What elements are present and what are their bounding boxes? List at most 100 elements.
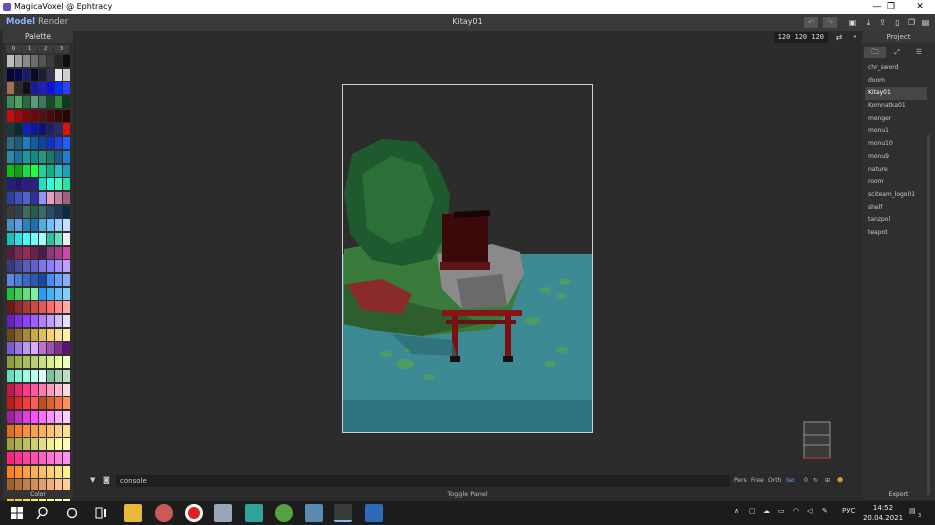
palette-swatch[interactable] <box>47 438 54 451</box>
resize-icon[interactable]: ⤢ <box>886 47 908 58</box>
palette-swatch[interactable] <box>7 465 14 478</box>
project-file-item[interactable]: monu9 <box>865 151 927 164</box>
palette-swatch[interactable] <box>7 438 14 451</box>
palette-swatch[interactable] <box>55 451 62 464</box>
palette-swatch[interactable] <box>55 205 62 218</box>
palette-swatch[interactable] <box>55 150 62 163</box>
photos-icon[interactable] <box>365 504 383 522</box>
palette-swatch[interactable] <box>63 219 70 232</box>
palette-swatch[interactable] <box>31 219 38 232</box>
project-file-item[interactable]: tanzpol <box>865 214 927 227</box>
zoom-value[interactable]: 0 <box>804 477 808 484</box>
palette-swatch[interactable] <box>15 109 22 122</box>
palette-swatch[interactable] <box>7 164 14 177</box>
palette-swatch[interactable] <box>31 260 38 273</box>
mail-app-icon[interactable] <box>155 504 173 522</box>
palette-swatch[interactable] <box>63 424 70 437</box>
wifi-icon[interactable]: ◠ <box>793 507 799 515</box>
palette-swatch[interactable] <box>7 328 14 341</box>
palette-swatch[interactable] <box>55 55 62 67</box>
palette-swatch[interactable] <box>15 438 22 451</box>
palette-swatch[interactable] <box>55 287 62 300</box>
redo-icon[interactable]: ↷ <box>823 17 837 28</box>
palette-swatch[interactable] <box>39 410 46 423</box>
palette-swatch[interactable] <box>23 451 30 464</box>
palette-swatch[interactable] <box>63 465 70 478</box>
tray-tablet-icon[interactable]: ▭ <box>778 507 785 515</box>
palette-swatch[interactable] <box>55 301 62 314</box>
palette-swatch[interactable] <box>23 342 30 355</box>
palette-swatch[interactable] <box>23 383 30 396</box>
palette-swatch[interactable] <box>55 383 62 396</box>
palette-swatch[interactable] <box>31 232 38 245</box>
palette-swatch[interactable] <box>47 96 54 109</box>
list-icon[interactable]: ☰ <box>908 47 930 58</box>
palette-tab-1[interactable]: 1 <box>22 45 37 53</box>
palette-swatch[interactable] <box>31 342 38 355</box>
palette-swatch[interactable] <box>7 369 14 382</box>
palette-swatch[interactable] <box>39 150 46 163</box>
palette-swatch[interactable] <box>63 328 70 341</box>
palette-swatch[interactable] <box>63 301 70 314</box>
palette-swatch[interactable] <box>55 410 62 423</box>
palette-swatch[interactable] <box>63 356 70 369</box>
palette-swatch[interactable] <box>39 287 46 300</box>
palette-swatch[interactable] <box>15 164 22 177</box>
tray-app-icon[interactable]: ▢ <box>749 507 756 515</box>
project-collapse-arrow-icon[interactable]: ◂ <box>853 33 856 40</box>
project-file-item[interactable]: nature <box>865 164 927 177</box>
voxel-scene[interactable] <box>342 84 593 433</box>
palette-swatch[interactable] <box>15 96 22 109</box>
palette-swatch[interactable] <box>55 137 62 150</box>
palette-swatch[interactable] <box>15 68 22 81</box>
save-as-icon[interactable]: ⤓ <box>863 17 874 28</box>
palette-swatch[interactable] <box>55 96 62 109</box>
palette-swatch[interactable] <box>63 369 70 382</box>
palette-swatch[interactable] <box>47 82 54 95</box>
palette-swatch[interactable] <box>31 438 38 451</box>
windows-start-icon[interactable] <box>8 504 26 522</box>
palette-swatch[interactable] <box>7 205 14 218</box>
palette-swatch[interactable] <box>7 342 14 355</box>
palette-swatch[interactable] <box>15 356 22 369</box>
palette-swatch[interactable] <box>47 274 54 286</box>
utorrent-icon[interactable] <box>275 504 293 522</box>
palette-swatch[interactable] <box>15 246 22 259</box>
palette-swatch[interactable] <box>23 356 30 369</box>
palette-swatch[interactable] <box>47 465 54 478</box>
palette-swatch[interactable] <box>31 410 38 423</box>
rotate-icon[interactable]: ↻ <box>813 477 818 484</box>
palette-swatch[interactable] <box>55 191 62 204</box>
palette-swatch[interactable] <box>31 178 38 191</box>
palette-swatch[interactable] <box>47 356 54 369</box>
palette-swatch[interactable] <box>7 397 14 410</box>
camera-icon[interactable]: ◙ <box>103 476 110 484</box>
language-indicator[interactable]: РУС <box>842 507 855 515</box>
palette-swatch[interactable] <box>23 109 30 122</box>
palette-swatch[interactable] <box>7 274 14 286</box>
palette-swatch[interactable] <box>23 328 30 341</box>
palette-swatch[interactable] <box>63 342 70 355</box>
project-file-item[interactable]: monu1 <box>865 125 927 138</box>
palette-swatch[interactable] <box>23 424 30 437</box>
palette-swatch[interactable] <box>15 301 22 314</box>
palette-swatch[interactable] <box>39 246 46 259</box>
palette-swatch[interactable] <box>7 123 14 136</box>
palette-swatch[interactable] <box>55 438 62 451</box>
cortana-icon[interactable] <box>63 504 81 522</box>
project-file-item[interactable]: doom <box>865 75 927 88</box>
palette-swatch[interactable] <box>23 68 30 81</box>
palette-swatch[interactable] <box>15 328 22 341</box>
viewport[interactable]: 120 120 120 ⇄ <box>76 31 849 488</box>
palette-swatch[interactable] <box>47 232 54 245</box>
palette-swatch[interactable] <box>39 109 46 122</box>
palette-swatch[interactable] <box>55 232 62 245</box>
palette-swatch[interactable] <box>15 287 22 300</box>
palette-swatch[interactable] <box>15 205 22 218</box>
project-file-item[interactable]: shelf <box>865 202 927 215</box>
palette-swatch[interactable] <box>63 410 70 423</box>
palette-swatch[interactable] <box>63 55 70 67</box>
palette-swatch[interactable] <box>39 232 46 245</box>
palette-swatch[interactable] <box>63 96 70 109</box>
palette-swatch[interactable] <box>31 246 38 259</box>
